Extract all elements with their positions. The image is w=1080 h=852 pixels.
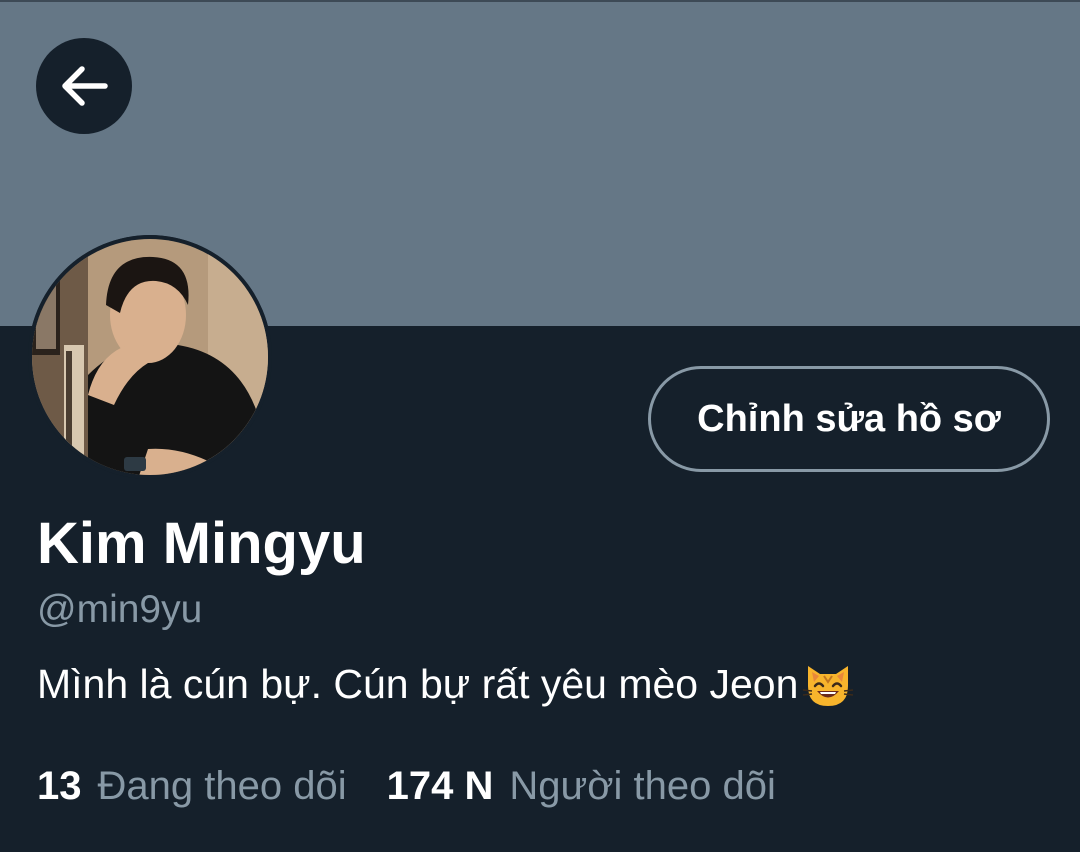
- followers-stat[interactable]: 174 N Người theo dõi: [387, 760, 776, 812]
- back-button[interactable]: [36, 38, 132, 134]
- arrow-left-icon: [62, 66, 108, 106]
- following-stat[interactable]: 13 Đang theo dõi: [37, 760, 347, 812]
- profile-stats: 13 Đang theo dõi 174 N Người theo dõi: [37, 760, 776, 812]
- following-count: 13: [37, 764, 82, 808]
- profile-screen: Chỉnh sửa hồ sơ Kim Mingyu @min9yu Mình …: [0, 0, 1080, 852]
- user-handle: @min9yu: [37, 588, 203, 631]
- followers-label: Người theo dõi: [509, 764, 776, 808]
- profile-bio: Mình là cún bự. Cún bự rất yêu mèo Jeon: [37, 656, 856, 712]
- display-name: Kim Mingyu: [37, 511, 366, 576]
- cat-face-icon: [803, 666, 854, 706]
- edit-profile-button[interactable]: Chỉnh sửa hồ sơ: [648, 366, 1050, 472]
- following-label: Đang theo dõi: [97, 764, 347, 808]
- avatar[interactable]: [28, 235, 272, 479]
- avatar-image: [28, 235, 272, 479]
- followers-count: 174 N: [386, 764, 494, 808]
- bio-text: Mình là cún bự. Cún bự rất yêu mèo Jeon: [37, 661, 799, 707]
